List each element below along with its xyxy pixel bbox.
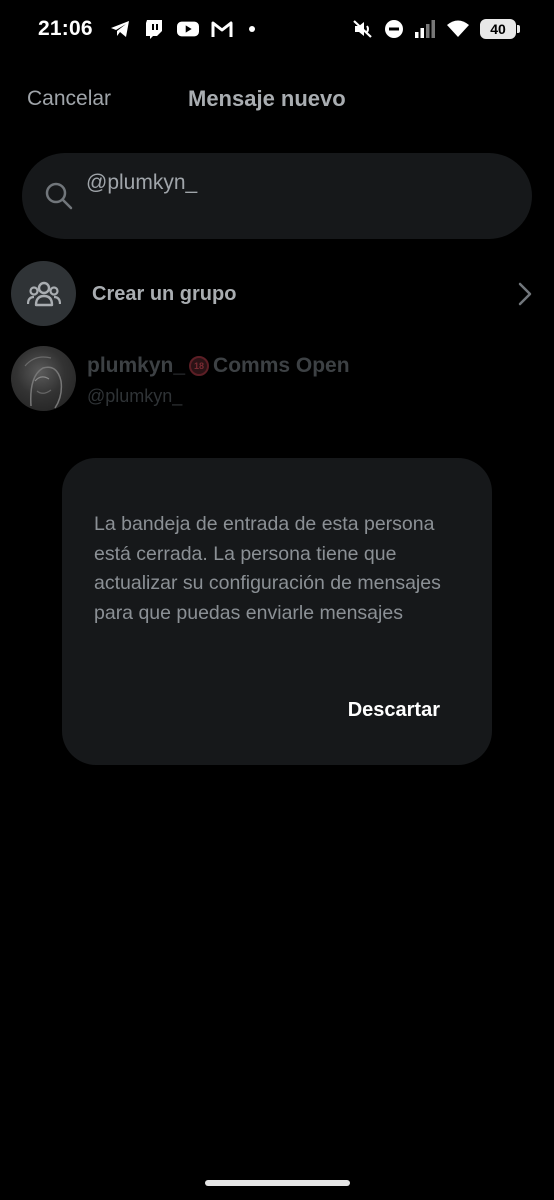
status-right-icons: 40: [352, 18, 520, 40]
status-bar: 21:06 40: [0, 0, 554, 58]
dismiss-button[interactable]: Descartar: [348, 699, 440, 722]
home-indicator[interactable]: [205, 1180, 350, 1186]
do-not-disturb-icon: [384, 18, 404, 40]
gmail-icon: [211, 18, 233, 40]
dialog-message: La bandeja de entrada de esta persona es…: [94, 513, 441, 624]
user-handle: @plumkyn_: [87, 386, 183, 406]
telegram-icon: [109, 18, 131, 40]
user-result-row[interactable]: plumkyn_ 18 Comms Open @plumkyn_: [0, 346, 554, 412]
user-display-name: plumkyn_ 18 Comms Open: [87, 354, 350, 378]
create-group-row[interactable]: Crear un grupo: [0, 261, 554, 327]
adult-content-badge: 18: [189, 356, 210, 376]
status-left-icons: [109, 18, 255, 40]
user-name-text: plumkyn_: [87, 354, 186, 377]
search-icon: [44, 181, 74, 211]
notification-dot: [248, 26, 255, 32]
closed-inbox-dialog: La bandeja de entrada de esta persona es…: [62, 458, 492, 765]
chevron-right-icon: [516, 281, 534, 307]
user-name-suffix: Comms Open: [213, 354, 350, 377]
wifi-icon: [446, 18, 470, 40]
search-box[interactable]: [22, 153, 532, 239]
cellular-signal-icon: [414, 18, 436, 40]
battery-icon: 40: [480, 19, 520, 39]
cancel-button[interactable]: Cancelar: [27, 87, 111, 111]
avatar: [11, 346, 76, 411]
status-time: 21:06: [38, 17, 93, 40]
new-message-screen: 21:06 40 Cancelar Mensaje nuevo @plumkyn…: [0, 0, 554, 1200]
twitch-icon: [143, 18, 165, 40]
youtube-icon: [176, 18, 199, 40]
create-group-label: Crear un grupo: [92, 282, 237, 305]
group-icon: [11, 261, 76, 326]
muted-vibrate-icon: [352, 18, 374, 40]
header: Cancelar Mensaje nuevo: [0, 76, 554, 122]
search-input[interactable]: [86, 171, 486, 195]
page-title: Mensaje nuevo: [188, 86, 346, 111]
